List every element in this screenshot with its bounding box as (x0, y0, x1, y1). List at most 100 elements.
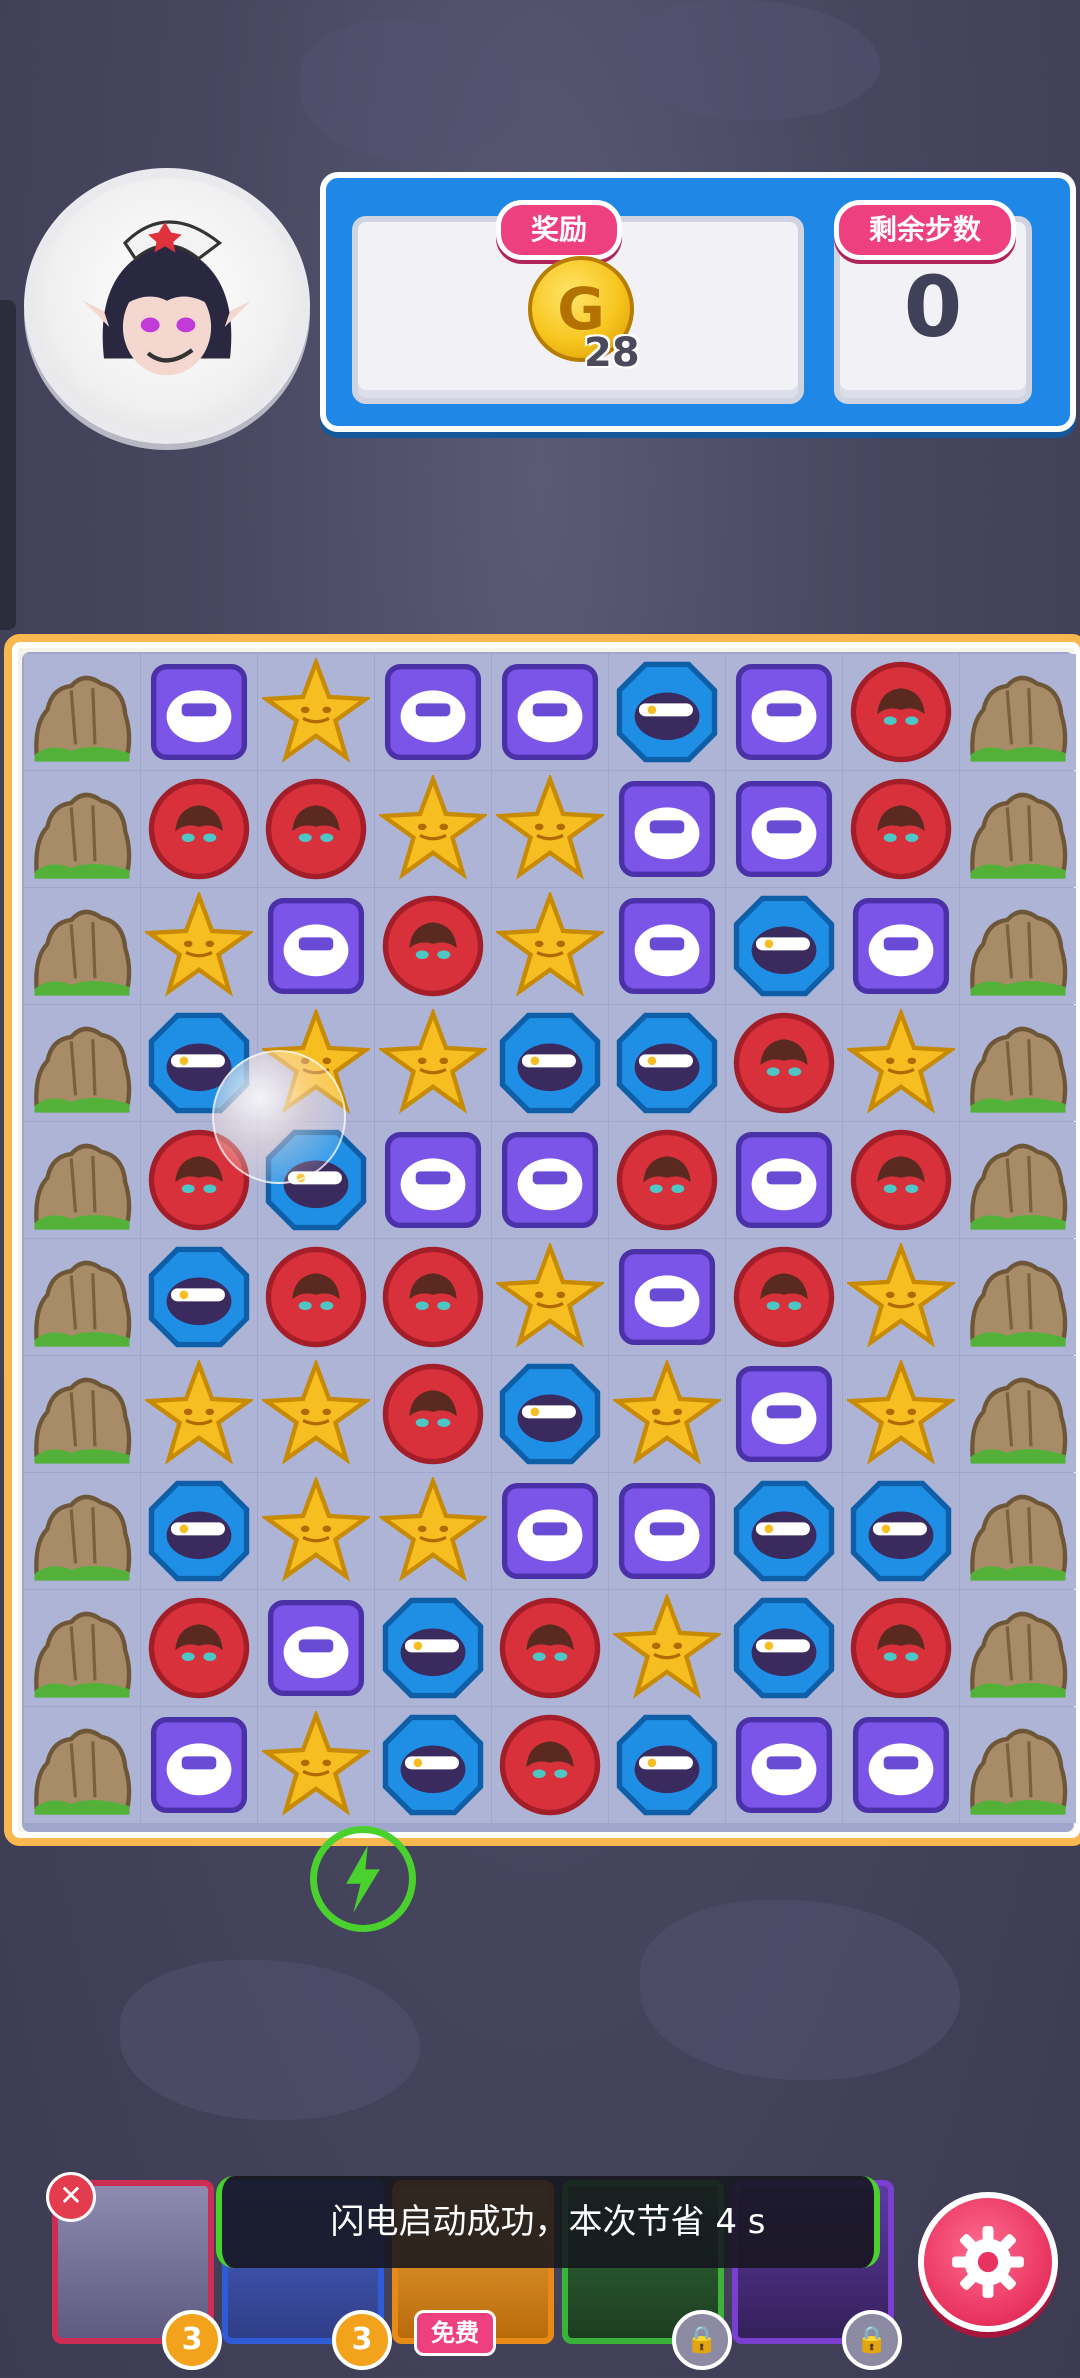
tile-cell[interactable] (843, 1473, 959, 1589)
tile-cell[interactable] (141, 1356, 257, 1472)
tile-cell (24, 1239, 140, 1355)
tile-cell (960, 1356, 1076, 1472)
tile-cell[interactable] (258, 888, 374, 1004)
tile-cell[interactable] (492, 1473, 608, 1589)
tile-cell[interactable] (492, 1005, 608, 1121)
tile-cell[interactable] (609, 888, 725, 1004)
tile-cell[interactable] (492, 1122, 608, 1238)
tile-cell[interactable] (492, 1356, 608, 1472)
player-portrait-icon (83, 220, 251, 376)
tile-cell[interactable] (609, 1707, 725, 1823)
star-tile-icon (847, 1360, 955, 1465)
tile-cell[interactable] (726, 1005, 842, 1121)
tile-cell[interactable] (258, 771, 374, 887)
rock-tile-icon (970, 1728, 1068, 1815)
rock-tile-icon (34, 1260, 132, 1347)
rock-tile-icon (34, 1143, 132, 1230)
tile-cell[interactable] (843, 654, 959, 770)
tile-cell[interactable] (375, 1005, 491, 1121)
tile-cell[interactable] (141, 1707, 257, 1823)
rock-tile-icon (34, 1728, 132, 1815)
tile-cell[interactable] (843, 1590, 959, 1706)
tile-cell[interactable] (609, 1590, 725, 1706)
tile-cell[interactable] (258, 1707, 374, 1823)
tile-cell[interactable] (258, 654, 374, 770)
tile-cell[interactable] (141, 654, 257, 770)
red-tile-icon (148, 778, 250, 880)
tile-cell[interactable] (609, 771, 725, 887)
tile-cell[interactable] (843, 1005, 959, 1121)
purple-tile-icon (501, 1482, 599, 1580)
tile-cell[interactable] (609, 1473, 725, 1589)
tile-cell[interactable] (609, 1356, 725, 1472)
tile-cell[interactable] (492, 888, 608, 1004)
blue-tile-icon (616, 661, 718, 763)
tile-cell[interactable] (375, 1590, 491, 1706)
rock-tile-icon (970, 1611, 1068, 1698)
lightning-icon[interactable] (310, 1826, 416, 1932)
red-tile-icon (850, 778, 952, 880)
tile-cell[interactable] (258, 1473, 374, 1589)
tile-cell[interactable] (375, 1239, 491, 1355)
tile-cell[interactable] (141, 1239, 257, 1355)
tile-cell[interactable] (843, 1122, 959, 1238)
tile-cell[interactable] (492, 654, 608, 770)
tile-cell[interactable] (843, 1707, 959, 1823)
tile-cell (24, 771, 140, 887)
tile-cell[interactable] (726, 1473, 842, 1589)
tile-cell[interactable] (375, 1356, 491, 1472)
tile-cell[interactable] (609, 654, 725, 770)
purple-tile-icon (384, 663, 482, 761)
tile-cell[interactable] (492, 1590, 608, 1706)
tile-cell[interactable] (843, 888, 959, 1004)
tile-cell[interactable] (375, 771, 491, 887)
tile-cell[interactable] (609, 1239, 725, 1355)
tile-cell[interactable] (492, 1707, 608, 1823)
tile-cell[interactable] (141, 1473, 257, 1589)
blue-tile-icon (616, 1012, 718, 1114)
tile-cell[interactable] (609, 1005, 725, 1121)
star-tile-icon (496, 1243, 604, 1348)
tile-cell[interactable] (726, 771, 842, 887)
tile-cell[interactable] (375, 654, 491, 770)
tile-cell (960, 1473, 1076, 1589)
reward-coin-count: 28 (584, 330, 640, 376)
tile-cell[interactable] (726, 1356, 842, 1472)
settings-button[interactable] (918, 2192, 1058, 2332)
hero-card-1[interactable]: ✕ 3 (46, 2172, 222, 2370)
red-tile-icon (499, 1597, 601, 1699)
tile-cell[interactable] (258, 1356, 374, 1472)
tile-cell[interactable] (375, 1473, 491, 1589)
tile-cell[interactable] (609, 1122, 725, 1238)
purple-tile-icon (618, 780, 716, 878)
tile-cell[interactable] (843, 1239, 959, 1355)
tile-cell[interactable] (726, 1707, 842, 1823)
red-tile-icon (265, 1246, 367, 1348)
tile-cell[interactable] (375, 1707, 491, 1823)
tile-cell[interactable] (141, 888, 257, 1004)
tile-cell[interactable] (258, 1590, 374, 1706)
blue-tile-icon (499, 1012, 601, 1114)
tile-cell[interactable] (726, 1122, 842, 1238)
tile-cell[interactable] (375, 1122, 491, 1238)
tile-cell[interactable] (843, 1356, 959, 1472)
tile-cell[interactable] (726, 1239, 842, 1355)
tile-cell[interactable] (726, 1590, 842, 1706)
tile-cell (24, 1473, 140, 1589)
tile-cell[interactable] (258, 1239, 374, 1355)
tile-cell[interactable] (843, 771, 959, 887)
close-icon[interactable]: ✕ (46, 2172, 96, 2222)
tile-cell[interactable] (492, 771, 608, 887)
tile-cell[interactable] (726, 888, 842, 1004)
tile-cell[interactable] (726, 654, 842, 770)
tile-cell[interactable] (375, 888, 491, 1004)
side-drawer-tab[interactable] (0, 300, 16, 630)
tile-cell[interactable] (141, 771, 257, 887)
purple-tile-icon (150, 1716, 248, 1814)
tile-cell[interactable] (141, 1590, 257, 1706)
tile-cell[interactable] (492, 1239, 608, 1355)
purple-tile-icon (852, 1716, 950, 1814)
blue-tile-icon (382, 1714, 484, 1816)
tile-cell (24, 1005, 140, 1121)
player-avatar[interactable] (24, 168, 310, 444)
